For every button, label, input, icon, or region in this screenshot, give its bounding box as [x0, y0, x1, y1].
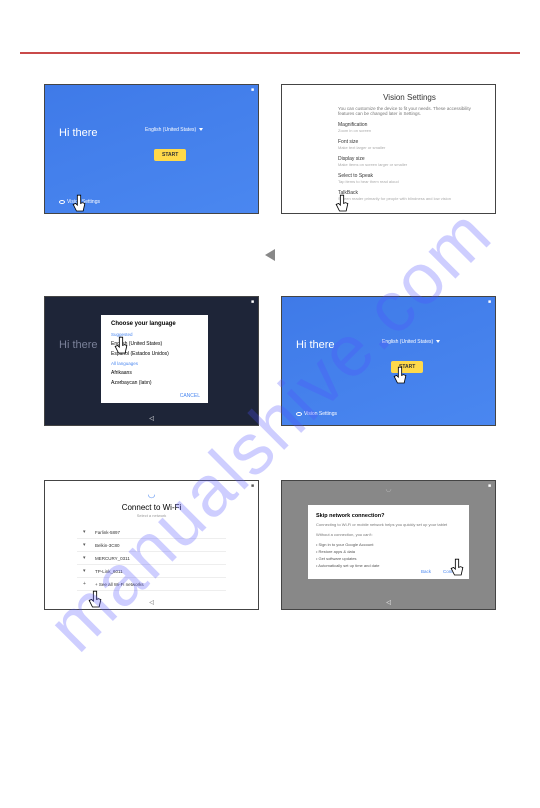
tap-cursor-icon — [69, 193, 89, 214]
screenshot-welcome: ■ Hi there English (United States) START… — [44, 84, 259, 214]
wifi-signal-icon: ▾ — [83, 529, 91, 535]
skip-dialog: Skip network connection? Connecting to W… — [308, 505, 469, 579]
screenshot-wifi: ■ ◡ Connect to Wi-Fi Select a network ▾F… — [44, 480, 259, 610]
language-option[interactable]: Afrikaans — [111, 370, 198, 376]
status-bar: ■ — [488, 483, 491, 489]
back-triangle-divider — [44, 248, 496, 266]
vision-item[interactable]: Display sizeMake items on screen larger … — [338, 156, 481, 167]
wifi-title: Connect to Wi-Fi — [77, 503, 226, 512]
language-dropdown[interactable]: English (United States) — [145, 127, 203, 133]
back-button[interactable]: Back — [421, 569, 431, 574]
language-option[interactable]: Azərbaycan (latın) — [111, 380, 198, 386]
tap-cursor-icon — [85, 589, 105, 610]
wifi-network[interactable]: ▾Farlink-5897 — [77, 526, 226, 539]
dialog-list: Sign in to your Google Account Restore a… — [316, 542, 461, 568]
wifi-icon: ◡ — [282, 481, 495, 493]
vision-subtitle: You can customize the device to fit your… — [338, 106, 481, 116]
welcome-greeting-dim: Hi there — [59, 339, 98, 351]
wifi-network[interactable]: ▾TP-Link_6011 — [77, 565, 226, 578]
tap-cursor-icon — [390, 365, 410, 391]
welcome-greeting: Hi there — [59, 127, 98, 139]
tap-cursor-icon — [332, 193, 352, 214]
wifi-subtitle: Select a network — [77, 513, 226, 518]
tap-cursor-icon — [111, 335, 131, 361]
vision-settings-link[interactable]: Vision Settings — [296, 411, 337, 417]
eye-icon — [296, 412, 302, 416]
vision-item[interactable]: MagnificationZoom in on screen — [338, 122, 481, 133]
wifi-panel: ◡ Connect to Wi-Fi Select a network ▾Far… — [77, 489, 226, 601]
wifi-signal-icon: ▾ — [83, 555, 91, 561]
wifi-signal-icon: ▾ — [83, 568, 91, 574]
wifi-network[interactable]: ▾Belkin-3C80 — [77, 539, 226, 552]
dialog-list-item: Get software updates — [316, 556, 461, 561]
tap-cursor-icon — [447, 557, 467, 583]
wifi-icon: ◡ — [77, 489, 226, 500]
screenshot-language: ■ Hi there Choose your language Suggeste… — [44, 296, 259, 426]
cancel-button[interactable]: CANCEL — [180, 393, 200, 399]
triangle-icon — [265, 249, 275, 261]
nav-back-icon[interactable]: ◁ — [149, 599, 154, 606]
dialog-title: Skip network connection? — [316, 513, 461, 519]
dialog-list-item: Sign in to your Google Account — [316, 542, 461, 547]
dialog-list-item: Automatically set up time and date — [316, 563, 461, 568]
dialog-lead: Without a connection, you can't: — [316, 532, 461, 537]
start-button[interactable]: START — [154, 149, 186, 161]
screenshot-vision-settings: ■ Vision Settings You can customize the … — [281, 84, 496, 214]
screenshot-skip-network: ■ ◡ Skip network connection? Connecting … — [281, 480, 496, 610]
status-bar: ■ — [251, 483, 254, 489]
nav-back-icon[interactable]: ◁ — [386, 599, 391, 606]
vision-title: Vision Settings — [338, 93, 481, 102]
wifi-network[interactable]: ▾MERCURY_0311 — [77, 552, 226, 565]
status-bar: ■ — [251, 299, 254, 305]
welcome-greeting: Hi there — [296, 339, 335, 351]
vision-item[interactable]: TalkBackScreen reader primarily for peop… — [338, 190, 481, 201]
wifi-signal-icon: ▾ — [83, 542, 91, 548]
language-section: All languages — [111, 361, 198, 366]
nav-back-icon[interactable]: ◁ — [149, 415, 154, 422]
eye-icon — [59, 200, 65, 204]
status-bar: ■ — [488, 299, 491, 305]
dialog-list-item: Restore apps & data — [316, 549, 461, 554]
screenshot-grid: ■ Hi there English (United States) START… — [0, 54, 540, 658]
vision-item[interactable]: Font sizeMake text larger or smaller — [338, 139, 481, 150]
language-dropdown[interactable]: English (United States) — [382, 339, 440, 345]
vision-item[interactable]: Select to SpeakTap items to hear them re… — [338, 173, 481, 184]
dialog-subtitle: Connecting to Wi-Fi or mobile network he… — [316, 522, 461, 527]
status-bar: ■ — [251, 87, 254, 93]
language-dialog-title: Choose your language — [111, 321, 198, 327]
plus-icon: + — [83, 581, 91, 587]
screenshot-welcome-start: ■ Hi there English (United States) START… — [281, 296, 496, 426]
